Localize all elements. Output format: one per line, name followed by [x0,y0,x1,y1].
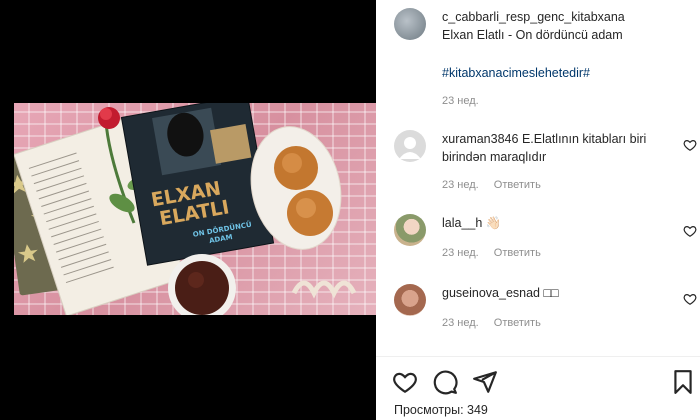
caption-time[interactable]: 23 нед. [442,95,479,107]
commenter-avatar[interactable] [394,214,426,246]
caption-hashtag[interactable]: #kitabxanacimeslehetedir# [442,66,590,80]
post-media: ELXAN ELATLI ON DÖRDÜNCÜ ADAM [0,0,376,420]
post-photo[interactable]: ELXAN ELATLI ON DÖRDÜNCÜ ADAM [14,103,376,315]
views-count: Просмотры: 349 [394,403,488,417]
like-comment-icon[interactable] [683,292,697,306]
comment-time[interactable]: 23 нед. [442,317,479,329]
comment-username[interactable]: lala__h [442,216,482,230]
book-photo-illustration: ELXAN ELATLI ON DÖRDÜNCÜ ADAM [14,103,357,315]
commenter-avatar[interactable] [394,130,426,162]
comment-time[interactable]: 23 нед. [442,179,479,191]
post-side-panel: c_cabbarli_resp_genc_kitabxana Elxan Ela… [376,0,700,420]
comment-text: guseinova_esnad □□ [442,284,657,302]
author-username[interactable]: c_cabbarli_resp_genc_kitabxana [442,10,625,24]
reply-button[interactable]: Ответить [494,247,541,259]
caption-body: Elxan Elatlı - On dördüncü adam [442,28,623,42]
reply-button[interactable]: Ответить [494,317,541,329]
comment-text: lala__h 👋🏻 [442,214,657,232]
bookmark-icon[interactable] [670,369,696,395]
author-avatar[interactable] [394,8,426,40]
commenter-avatar[interactable] [394,284,426,316]
comment-icon[interactable] [432,369,458,395]
share-icon[interactable] [472,369,498,395]
comment-time[interactable]: 23 нед. [442,247,479,259]
heart-icon[interactable] [392,369,418,395]
caption-text: c_cabbarli_resp_genc_kitabxana Elxan Ela… [442,8,652,44]
like-comment-icon[interactable] [683,224,697,238]
comment-username[interactable]: guseinova_esnad [442,286,540,300]
comment-text: xuraman3846 E.Elatlının kitabları biri b… [442,130,657,166]
views-number: 349 [467,403,488,417]
like-comment-icon[interactable] [683,138,697,152]
views-label: Просмотры: [394,403,464,417]
comment-body: 👋🏻 [485,216,502,230]
default-avatar-icon [399,137,421,159]
comment-username[interactable]: xuraman3846 [442,132,518,146]
reply-button[interactable]: Ответить [494,179,541,191]
post-action-bar: Просмотры: 349 [376,356,700,420]
comment-body: □□ [543,286,559,300]
